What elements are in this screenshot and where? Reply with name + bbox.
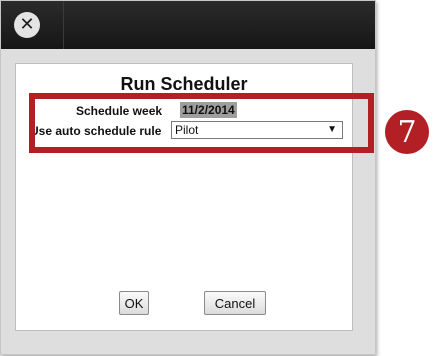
ok-button[interactable]: OK [119,291,149,315]
cancel-button[interactable]: Cancel [204,291,266,315]
title-bar-divider [63,1,64,49]
close-button[interactable]: ✕ [9,7,45,43]
title-bar: ✕ [1,1,375,49]
step-number-badge: 7 [385,110,429,154]
close-icon: ✕ [14,12,40,38]
annotation-highlight-box [29,93,374,153]
dialog-title: Run Scheduler [120,74,248,94]
run-scheduler-window: ✕ Run Scheduler Schedule week 11/2/2014 … [0,0,376,355]
